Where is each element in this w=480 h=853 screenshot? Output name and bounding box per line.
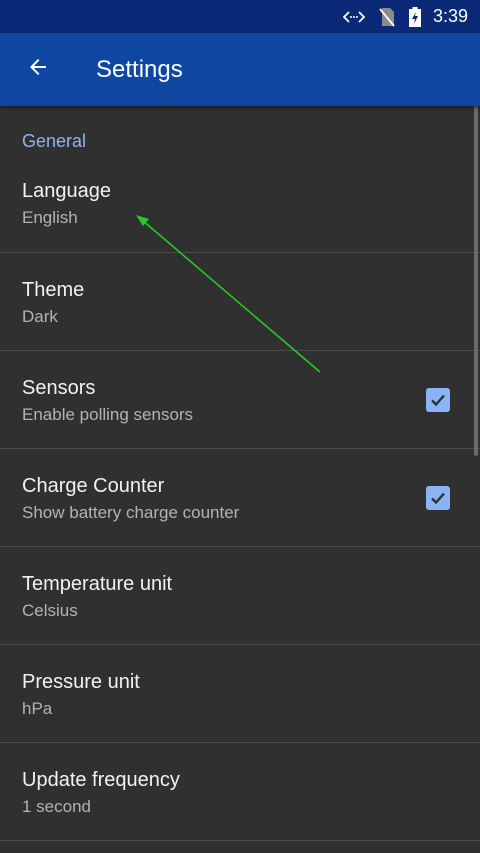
pref-title: Sensors — [22, 377, 96, 399]
battery-charging-icon — [408, 6, 421, 27]
pref-temperature-unit[interactable]: Temperature unit Celsius — [0, 547, 480, 645]
code-arrows-icon — [342, 10, 365, 24]
pref-title: Update frequency — [22, 769, 180, 791]
scrollbar[interactable] — [474, 106, 478, 456]
pref-summary: hPa — [22, 699, 53, 718]
checkmark-icon — [431, 492, 445, 505]
pref-summary: Show battery charge counter — [22, 503, 240, 522]
section-header-general: General — [22, 131, 87, 151]
pref-summary: Dark — [22, 307, 58, 326]
pref-title: Language — [22, 180, 111, 202]
status-time: 3:39 — [432, 6, 468, 26]
sensors-checkbox[interactable] — [426, 388, 450, 412]
pref-charge-counter[interactable]: Charge Counter Show battery charge count… — [0, 449, 480, 547]
pref-summary: 1 second — [22, 797, 91, 816]
back-button[interactable] — [18, 50, 58, 90]
pref-pressure-unit[interactable]: Pressure unit hPa — [0, 645, 480, 743]
pref-title: Charge Counter — [22, 475, 165, 497]
pref-sensors[interactable]: Sensors Enable polling sensors — [0, 351, 480, 449]
status-bar: 3:39 — [0, 0, 480, 33]
pref-title: Pressure unit — [22, 671, 140, 693]
pref-summary: Enable polling sensors — [22, 405, 194, 424]
pref-summary: Celsius — [22, 601, 78, 620]
pref-language[interactable]: Language English — [0, 166, 480, 253]
arrow-back-icon — [26, 55, 50, 84]
no-sim-icon — [379, 7, 395, 27]
pref-title: Temperature unit — [22, 573, 173, 595]
charge-counter-checkbox[interactable] — [426, 486, 450, 510]
settings-list: General Language English Theme Dark Sens… — [0, 106, 480, 853]
app-bar: Settings — [0, 33, 480, 106]
checkmark-icon — [431, 394, 445, 407]
pref-summary: English — [22, 208, 78, 227]
page-title: Settings — [96, 55, 183, 83]
pref-theme[interactable]: Theme Dark — [0, 253, 480, 351]
pref-update-frequency[interactable]: Update frequency 1 second — [0, 743, 480, 841]
pref-title: Theme — [22, 279, 85, 301]
